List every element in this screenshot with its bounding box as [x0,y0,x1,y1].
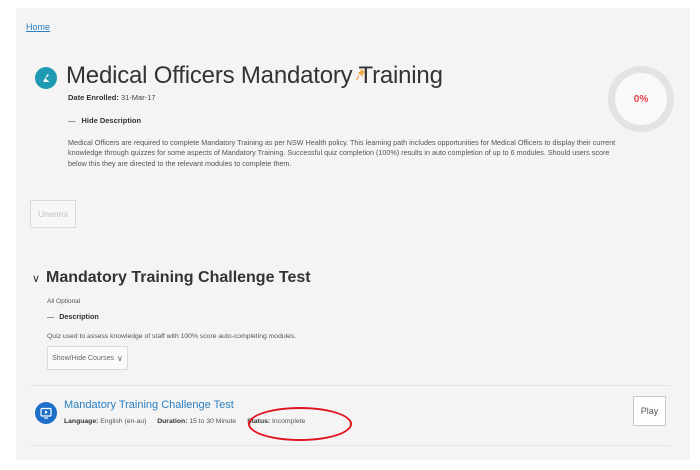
divider [30,385,670,386]
date-enrolled-value: 31-Mar-17 [120,93,156,102]
duration-value: 15 to 30 Minute [189,418,237,425]
language-label: Language: [64,418,99,425]
breadcrumb-home-link[interactable]: Home [26,22,50,32]
collapse-dash-icon: — [47,312,55,321]
description-toggle-label: Description [59,312,99,321]
section-title[interactable]: Mandatory Training Challenge Test [46,269,311,287]
course-title-link[interactable]: Mandatory Training Challenge Test [64,399,234,411]
show-hide-courses-button[interactable]: Show/Hide Courses ∨ [47,346,128,370]
unenrol-button[interactable]: Unenrol [30,200,76,228]
collapse-dash-icon: — [68,116,76,125]
divider [30,445,670,446]
app-logo-icon [35,67,57,89]
pin-icon[interactable] [355,68,365,86]
status-label: Status: [247,418,271,425]
optional-text: All Optional [47,298,81,305]
hide-description-label: Hide Description [81,116,142,125]
section-description: Quiz used to assess knowledge of staff w… [47,333,297,340]
chevron-down-icon[interactable]: ∨ [32,272,40,285]
date-enrolled: Date Enrolled: 31-Mar-17 [68,93,156,102]
duration-label: Duration: [157,418,188,425]
learning-path-description: Medical Officers are required to complet… [68,138,616,168]
progress-percent: 0% [633,93,649,105]
status-value: Incomplete [272,418,306,425]
learning-path-panel: Home Medical Officers Mandatory Training… [16,8,690,460]
hide-description-toggle[interactable]: — Hide Description [68,116,141,125]
language-value: English (en-au) [100,418,147,425]
progress-ring: 0% [608,66,674,132]
course-meta: Language: English (en-au) Duration: 15 t… [64,418,305,425]
date-enrolled-label: Date Enrolled: [68,93,119,102]
show-hide-label: Show/Hide Courses [52,354,114,362]
play-screen-icon [35,402,57,424]
play-button[interactable]: Play [633,396,666,426]
page-title: Medical Officers Mandatory Training [66,62,443,89]
section-description-toggle[interactable]: — Description [47,312,99,321]
chevron-down-icon: ∨ [117,353,123,363]
